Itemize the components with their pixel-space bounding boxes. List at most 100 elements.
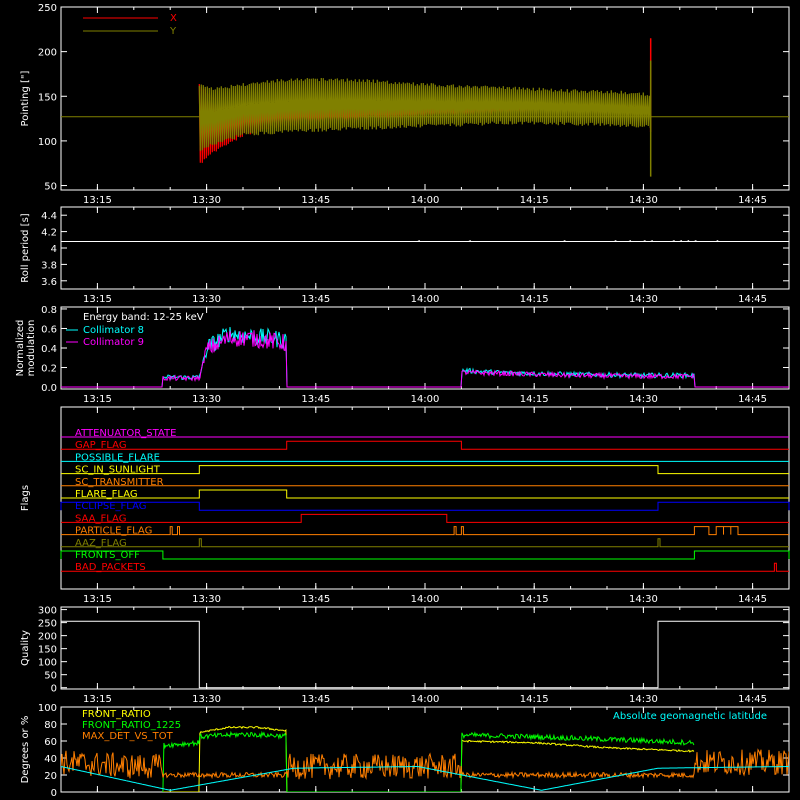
quicklook-figure: 13:15 13:30 13:45 14:00 14:15 14:30 14:45 50 100… bbox=[15, 3, 790, 799]
y-tick-label: 20 bbox=[44, 771, 57, 782]
legend-label: X bbox=[170, 13, 177, 24]
y-tick-label: 4.4 bbox=[41, 211, 57, 222]
x-tick-label: 14:00 bbox=[411, 594, 440, 605]
energy-band-annotation: Energy band: 12-25 keV bbox=[83, 312, 204, 323]
flag-trace-eclipse-flag bbox=[60, 501, 790, 511]
x-tick-label: 14:00 bbox=[411, 195, 440, 206]
y-tick-label: 100 bbox=[38, 137, 57, 148]
panel-5: 13:15 13:30 13:45 14:00 14:15 14:30 14:45 0 50 10… bbox=[20, 606, 790, 705]
y-tick-label: 250 bbox=[38, 3, 57, 14]
x-tick-label: 13:15 bbox=[83, 594, 112, 605]
flag-label-flare-flag: FLARE_FLAG bbox=[75, 489, 138, 500]
panel-2: 13:15 13:30 13:45 14:00 14:15 14:30 14:45 3.6 3.… bbox=[20, 206, 790, 305]
x-tick-label: 13:45 bbox=[301, 394, 330, 405]
x-tick-label: 14:15 bbox=[520, 294, 549, 305]
legend-label: Collimator 8 bbox=[83, 325, 144, 336]
flag-trace-sc-in-sunlight bbox=[61, 465, 789, 475]
y-tick-label: 0 bbox=[51, 788, 57, 799]
x-tick-label: 14:45 bbox=[738, 594, 767, 605]
y-tick-label: 150 bbox=[38, 92, 57, 103]
legend-label: FRONT_RATIO bbox=[82, 709, 151, 720]
x-tick-label: 13:30 bbox=[192, 195, 221, 206]
y-tick-label: 0.2 bbox=[41, 364, 57, 375]
y-axis-label: Quality bbox=[20, 630, 31, 666]
y-tick-label: 150 bbox=[38, 645, 57, 656]
y-tick-label: 300 bbox=[38, 606, 57, 617]
x-tick-label: 13:45 bbox=[301, 694, 330, 705]
series-y bbox=[198, 77, 651, 151]
x-tick-label: 14:30 bbox=[629, 195, 658, 206]
flag-label-particle-flag: PARTICLE_FLAG bbox=[75, 526, 152, 537]
x-tick-label: 14:00 bbox=[411, 694, 440, 705]
y-axis-label: Roll period [s] bbox=[20, 213, 31, 282]
flag-trace-aaz-flag bbox=[61, 538, 789, 548]
x-tick-label: 14:30 bbox=[629, 394, 658, 405]
y-tick-label: 50 bbox=[44, 182, 57, 193]
flag-label-bad-packets: BAD_PACKETS bbox=[75, 562, 146, 573]
flag-trace-gap-flag bbox=[61, 440, 789, 450]
flag-label-aaz-flag: AAZ_FLAG bbox=[75, 538, 127, 549]
y-tick-label: 200 bbox=[38, 48, 57, 59]
legend-label: FRONT_RATIO_1225 bbox=[82, 720, 181, 731]
flag-trace-bad-packets bbox=[61, 562, 789, 572]
x-tick-label: 14:45 bbox=[738, 394, 767, 405]
x-tick-label: 13:15 bbox=[83, 294, 112, 305]
flag-label-attenuator-state: ATTENUATOR_STATE bbox=[75, 428, 176, 439]
flag-label-saa-flag: SAA_FLAG bbox=[75, 513, 126, 524]
flag-trace-particle-flag bbox=[61, 526, 789, 536]
x-tick-label: 13:15 bbox=[83, 394, 112, 405]
y-tick-label: 0.4 bbox=[41, 344, 57, 355]
y-tick-label: 3.6 bbox=[41, 277, 57, 288]
y-tick-label: 250 bbox=[38, 619, 57, 630]
flag-trace-saa-flag bbox=[61, 513, 789, 523]
x-tick-label: 13:15 bbox=[83, 694, 112, 705]
y-tick-label: 40 bbox=[44, 754, 57, 765]
legend-label: MAX_DET_VS_TOT bbox=[82, 731, 174, 742]
x-tick-label: 13:30 bbox=[192, 294, 221, 305]
x-tick-label: 14:15 bbox=[520, 394, 549, 405]
legend-label: Absolute geomagnetic latitude bbox=[613, 711, 767, 722]
series-max-det-vs-tot bbox=[61, 748, 789, 780]
panel-frame bbox=[60, 606, 790, 690]
y-tick-label: 4.2 bbox=[41, 228, 57, 239]
x-tick-label: 14:15 bbox=[520, 694, 549, 705]
y-axis-label: Normalized bbox=[15, 320, 26, 377]
y-tick-label: 100 bbox=[38, 658, 57, 669]
y-axis-label: Degrees or % bbox=[20, 716, 31, 784]
plot-area bbox=[61, 326, 789, 388]
flag-trace-fronts-off bbox=[60, 550, 790, 560]
x-tick-label: 13:45 bbox=[301, 195, 330, 206]
panel-4: 13:15 13:30 13:45 14:00 14:15 14:30 14:45 Flags… bbox=[20, 406, 790, 605]
x-tick-label: 14:30 bbox=[629, 294, 658, 305]
x-tick-label: 13:30 bbox=[192, 694, 221, 705]
y-tick-label: 0.8 bbox=[41, 305, 57, 316]
x-tick-label: 14:45 bbox=[738, 294, 767, 305]
x-tick-label: 13:45 bbox=[301, 594, 330, 605]
series-collimator-9 bbox=[61, 330, 789, 388]
x-tick-label: 13:30 bbox=[192, 594, 221, 605]
flag-label-gap-flag: GAP_FLAG bbox=[75, 440, 127, 451]
x-tick-label: 14:00 bbox=[411, 394, 440, 405]
flag-label-possible-flare: POSSIBLE_FLARE bbox=[75, 452, 160, 463]
y-tick-label: 50 bbox=[44, 671, 57, 682]
panel-1: 13:15 13:30 13:45 14:00 14:15 14:30 14:45 50 100… bbox=[20, 3, 790, 206]
x-tick-label: 14:45 bbox=[738, 195, 767, 206]
y-tick-label: 0 bbox=[51, 684, 57, 695]
y-axis-label: Flags bbox=[20, 485, 31, 511]
panel-6: 0 20 40 60 80 100 Degrees or % FRONT_RATIOFRONT… bbox=[20, 703, 790, 799]
y-axis-label: Pointing ["] bbox=[20, 70, 31, 126]
x-tick-label: 14:15 bbox=[520, 594, 549, 605]
plot-area bbox=[61, 38, 789, 177]
flag-label-sc-in-sunlight: SC_IN_SUNLIGHT bbox=[75, 465, 161, 476]
x-tick-label: 13:30 bbox=[192, 394, 221, 405]
x-tick-label: 14:30 bbox=[629, 694, 658, 705]
y-axis-label: modulation bbox=[26, 320, 37, 377]
flag-label-fronts-off: FRONTS_OFF bbox=[75, 550, 140, 561]
x-tick-label: 14:30 bbox=[629, 594, 658, 605]
x-tick-label: 13:15 bbox=[83, 195, 112, 206]
y-tick-label: 60 bbox=[44, 737, 57, 748]
flag-trace-flare-flag bbox=[61, 489, 789, 499]
panel-3: 13:15 13:30 13:45 14:00 14:15 14:30 14:45 0.0 0.… bbox=[15, 305, 790, 405]
x-tick-label: 14:00 bbox=[411, 294, 440, 305]
flag-label-sc-transmitter: SC_TRANSMITTER bbox=[75, 477, 164, 488]
